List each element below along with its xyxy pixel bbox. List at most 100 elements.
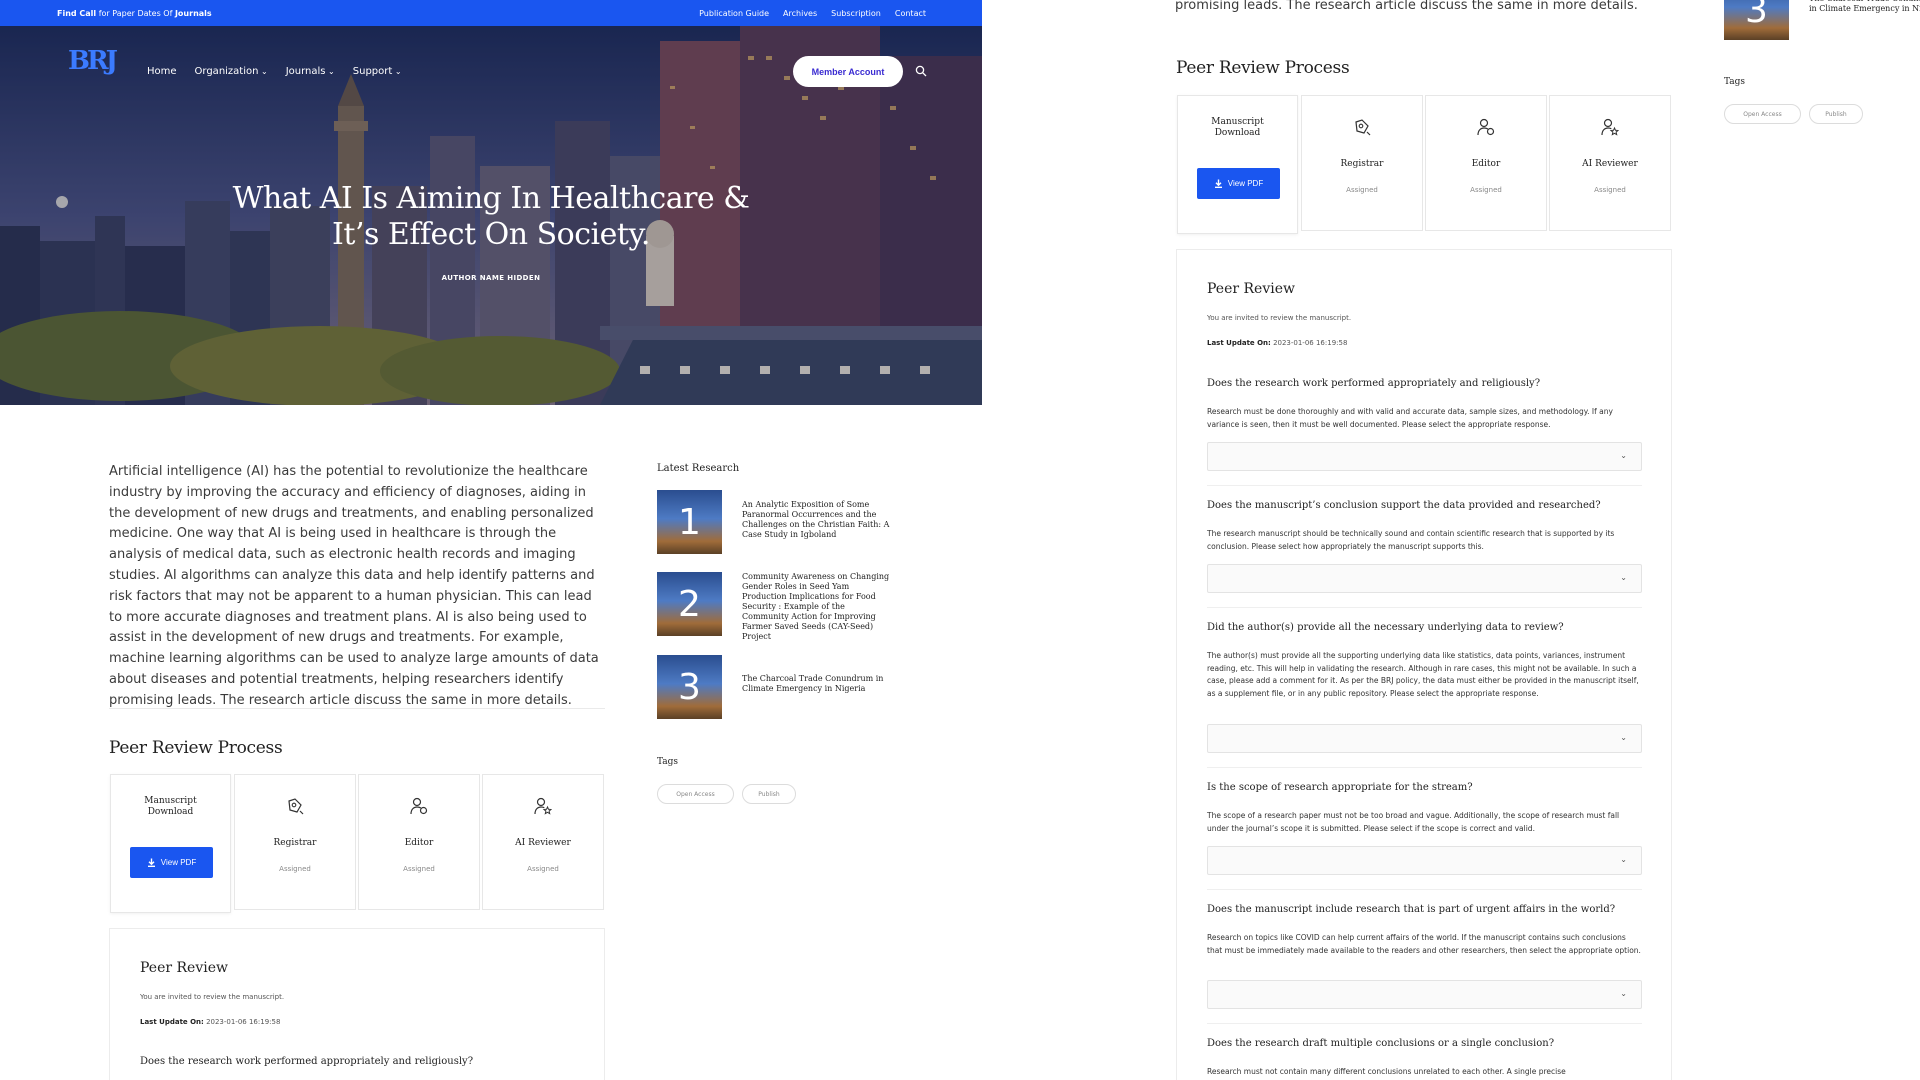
top-link-contact[interactable]: Contact [895,9,926,18]
response-select[interactable]: ⌄ [1207,442,1642,471]
chevron-down-icon: ⌄ [1620,451,1627,460]
card-manuscript-download: Manuscript Download View PDF [110,774,231,913]
nav-organization[interactable]: Organization [195,66,268,77]
latest-research-heading: Latest Research [657,463,740,474]
peer-review-panel: Peer Review You are invited to review th… [1176,249,1672,1080]
question-title: Does the research work performed appropr… [1207,378,1541,389]
card-title: Manuscript Download [1211,117,1264,138]
tag-open-access[interactable]: Open Access [657,784,734,804]
card-ai-reviewer: AI Reviewer Assigned [482,774,604,910]
member-account-button[interactable]: Member Account [793,56,903,87]
card-registrar: Registrar Assigned [234,774,356,910]
response-select[interactable]: ⌄ [1207,846,1642,875]
divider [1207,767,1642,768]
peer-review-heading: Peer Review [140,960,228,976]
latest-research-item[interactable]: 3 The Charcoal Trade Conundrum in Climat… [657,655,907,719]
tag-publish[interactable]: Publish [1809,104,1863,124]
last-update: Last Update On: 2023-01-06 16:19:58 [140,1018,281,1026]
tag-open-access[interactable]: Open Access [1724,104,1801,124]
card-manuscript-download: Manuscript Download View PDF [1177,95,1298,234]
article-title: What AI Is Aiming In Healthcare & It’s E… [232,181,750,252]
question-title: Does the manuscript include research tha… [1207,904,1616,915]
download-icon [1214,179,1222,188]
card-status: Assigned [279,865,311,873]
card-title: Registrar [273,838,317,848]
card-title: AI Reviewer [1582,159,1638,169]
tags-heading: Tags [657,757,679,767]
research-thumbnail[interactable]: 3 [657,655,722,719]
question-title: Does the manuscript’s conclusion support… [1207,500,1601,511]
divider [1207,485,1642,486]
find-call-notice[interactable]: Find Call for Paper Dates Of Journals [57,9,212,18]
nav-home[interactable]: Home [147,66,177,77]
search-icon[interactable] [915,65,927,80]
top-link-archives[interactable]: Archives [783,9,817,18]
peer-review-panel: Peer Review You are invited to review th… [109,928,605,1080]
divider [1207,1023,1642,1024]
card-status: Assigned [1470,186,1502,194]
response-select[interactable]: ⌄ [1207,724,1642,753]
site-logo[interactable]: BRJ [68,46,118,76]
card-title: Editor [1471,159,1501,169]
tag-publish[interactable]: Publish [742,784,796,804]
question-title: Is the scope of research appropriate for… [1207,782,1473,793]
top-links: Publication Guide Archives Subscription … [699,9,926,18]
divider [109,708,605,709]
nav-journals[interactable]: Journals [286,66,335,77]
chevron-down-icon: ⌄ [1620,855,1627,864]
chevron-down-icon: ⌄ [1620,733,1627,742]
top-link-subscription[interactable]: Subscription [831,9,881,18]
tags-heading: Tags [1724,77,1746,87]
question-title: Does the research draft multiple conclus… [1207,1038,1555,1049]
research-title[interactable]: The Charcoal Trade Conundrum in Climate … [1809,0,1920,14]
response-select[interactable]: ⌄ [1207,980,1642,1009]
review-invite-text: You are invited to review the manuscript… [140,993,285,1001]
divider [1207,607,1642,608]
question-description: Research must not contain many different… [1207,1067,1566,1076]
card-registrar: Registrar Assigned [1301,95,1423,231]
latest-research-item[interactable]: 2 Community Awareness on Changing Gender… [657,572,907,641]
nav-support[interactable]: Support [353,66,402,77]
view-pdf-button[interactable]: View PDF [130,847,213,878]
research-thumbnail[interactable]: 3 [1724,0,1789,40]
research-thumbnail[interactable]: 2 [657,572,722,636]
article-author: AUTHOR NAME HIDDEN [441,274,541,282]
question-description: The research manuscript should be techni… [1207,529,1615,551]
question-title: Did the author(s) provide all the necess… [1207,622,1564,633]
card-status: Assigned [403,865,435,873]
card-title: Manuscript Download [144,796,197,817]
chevron-down-icon: ⌄ [1620,989,1627,998]
top-link-publication-guide[interactable]: Publication Guide [699,9,769,18]
research-title[interactable]: The Charcoal Trade Conundrum in Climate … [742,674,892,694]
latest-research-item[interactable]: 1 An Analytic Exposition of Some Paranor… [657,490,907,554]
question-description: The author(s) must provide all the suppo… [1207,651,1639,698]
divider [1207,889,1642,890]
top-bar: Find Call for Paper Dates Of Journals Pu… [0,0,982,26]
view-pdf-button[interactable]: View PDF [1197,168,1280,199]
question-description: The scope of a research paper must not b… [1207,811,1620,833]
card-title: AI Reviewer [515,838,571,848]
peer-review-process-heading: Peer Review Process [1176,58,1350,78]
research-thumbnail[interactable]: 1 [657,490,722,554]
question-description: Research on topics like COVID can help c… [1207,933,1641,955]
card-status: Assigned [1594,186,1626,194]
review-invite-text: You are invited to review the manuscript… [1207,314,1352,322]
question-title: Does the research work performed appropr… [140,1056,474,1067]
reviewer-star-icon [1601,118,1619,136]
article-body: Artificial intelligence (AI) has the pot… [109,464,599,708]
research-title[interactable]: Community Awareness on Changing Gender R… [742,572,892,642]
page-left: Find Call for Paper Dates Of Journals Pu… [0,0,982,1080]
reviewer-star-icon [534,797,552,815]
card-ai-reviewer: AI Reviewer Assigned [1549,95,1671,231]
card-status: Assigned [527,865,559,873]
card-editor: Editor Assigned [358,774,480,910]
page-right: promising leads. The research article di… [1175,0,1920,1080]
last-update: Last Update On: 2023-01-06 16:19:58 [1207,339,1348,347]
registrar-icon [288,798,304,815]
research-title[interactable]: An Analytic Exposition of Some Paranorma… [742,500,892,540]
peer-review-heading: Peer Review [1207,281,1295,297]
registrar-icon [1355,119,1371,136]
response-select[interactable]: ⌄ [1207,564,1642,593]
card-title: Registrar [1340,159,1384,169]
peer-review-process-heading: Peer Review Process [109,738,283,758]
